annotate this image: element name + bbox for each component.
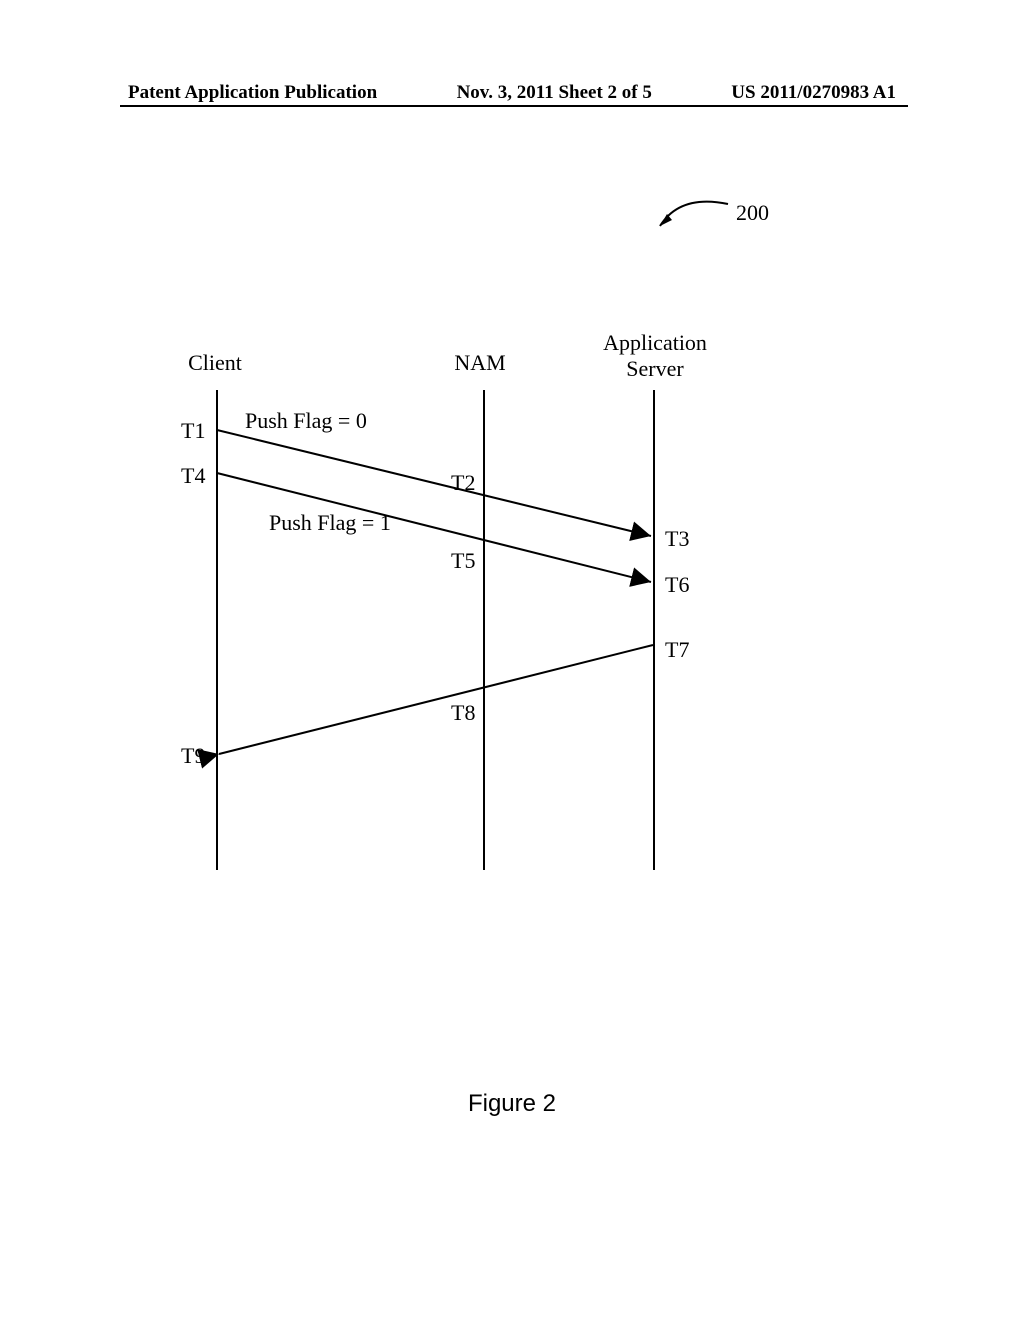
header-center: Nov. 3, 2011 Sheet 2 of 5 [457, 82, 652, 104]
time-label-t8: T8 [451, 700, 475, 726]
time-label-t7: T7 [665, 637, 689, 663]
message-push-flag-1: Push Flag = 1 [269, 510, 391, 536]
time-label-t5: T5 [451, 548, 475, 574]
sequence-diagram: Client NAM Application Server T1 T4 T9 T… [175, 330, 705, 930]
header-right: US 2011/0270983 A1 [731, 82, 896, 104]
figure-caption: Figure 2 [0, 1090, 1024, 1118]
time-label-t4: T4 [181, 463, 205, 489]
time-label-t3: T3 [665, 526, 689, 552]
reference-arrow-200 [640, 192, 730, 232]
time-label-t1: T1 [181, 418, 205, 444]
header-left: Patent Application Publication [128, 82, 377, 104]
header-rule [120, 105, 908, 107]
time-label-t9: T9 [181, 743, 205, 769]
page-header: Patent Application Publication Nov. 3, 2… [0, 82, 1024, 104]
reference-label-200: 200 [736, 200, 769, 226]
message-push-flag-0: Push Flag = 0 [245, 408, 367, 434]
time-label-t2: T2 [451, 470, 475, 496]
time-label-t6: T6 [665, 572, 689, 598]
